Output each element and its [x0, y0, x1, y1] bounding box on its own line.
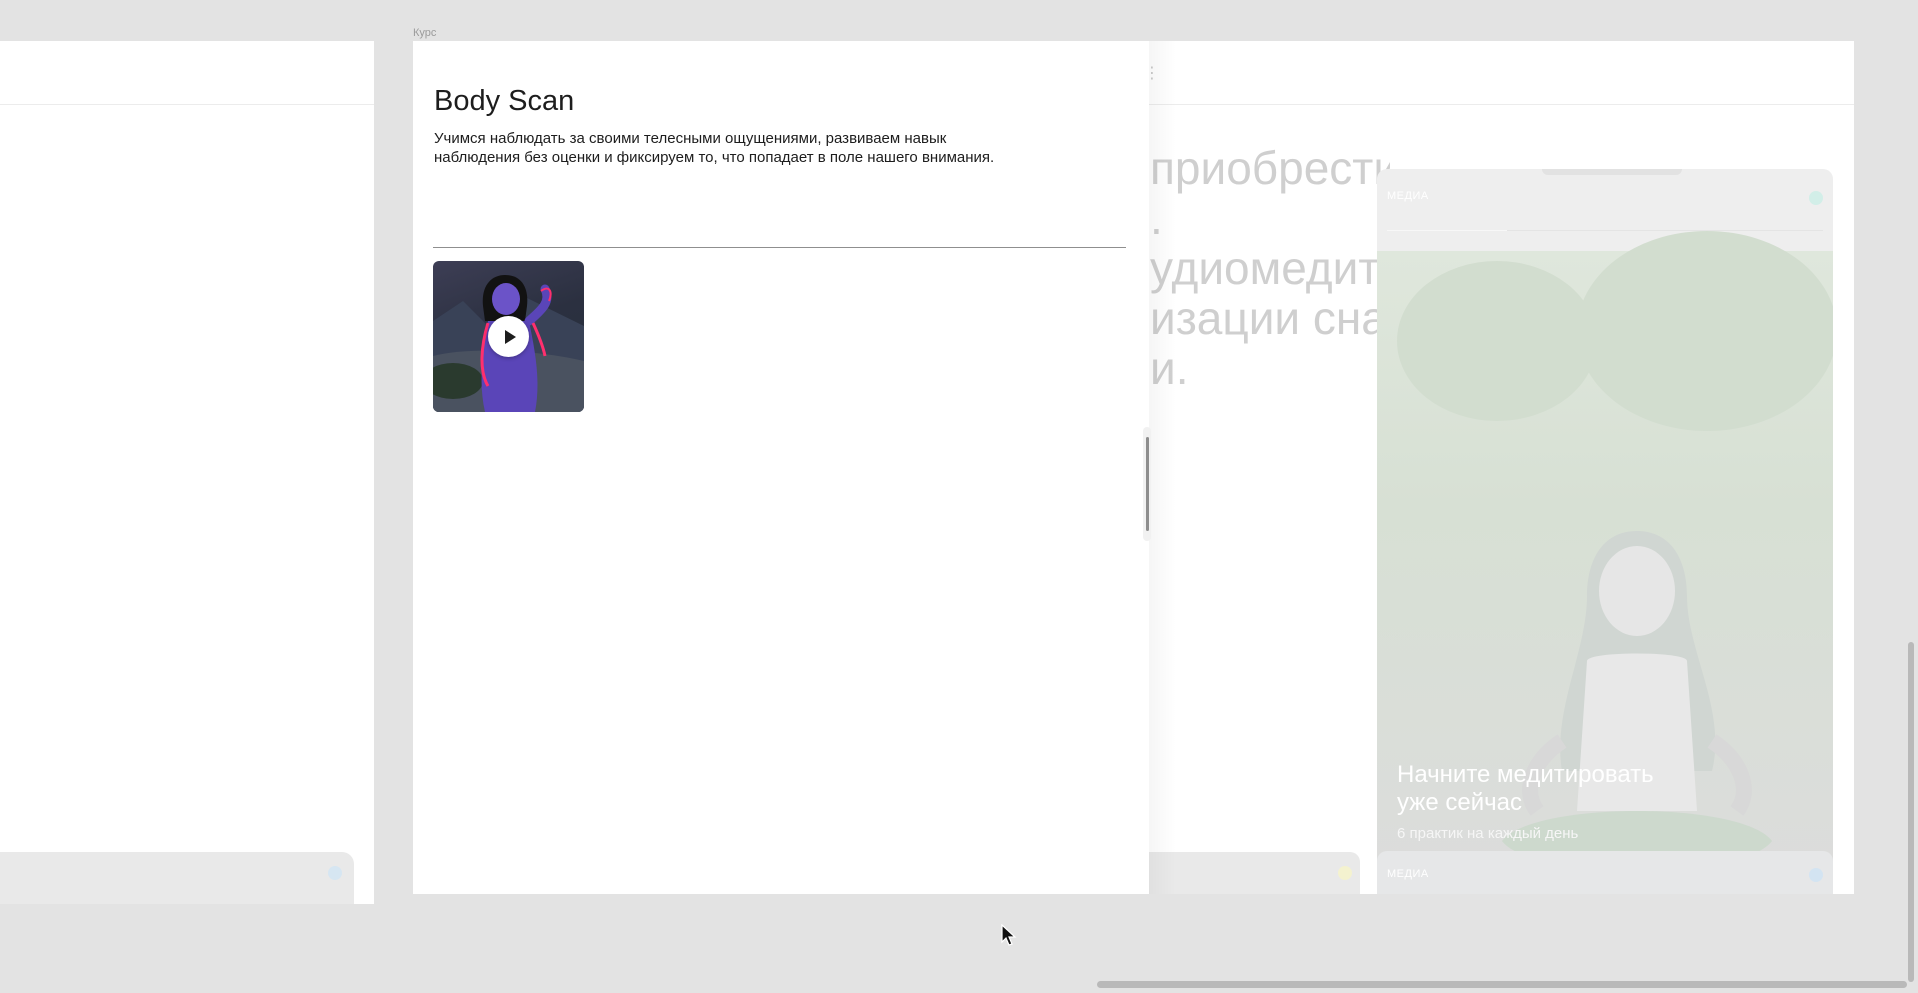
panel-caption: Курс — [413, 27, 437, 39]
course-panel: Body Scan Учимся наблюдать за своими тел… — [413, 41, 1149, 894]
media-card-progress — [1387, 230, 1823, 231]
status-dot — [1809, 868, 1823, 882]
background-card-mid[interactable] — [1148, 852, 1360, 894]
background-topbar-right: ⋮ — [1148, 41, 1854, 105]
background-text-line: . — [1150, 193, 1390, 243]
background-text-line: и. — [1150, 343, 1390, 393]
panel-scrollbar-thumb[interactable] — [1146, 437, 1149, 531]
tree-shape — [1397, 261, 1597, 421]
background-text-line: удиомедита — [1150, 242, 1390, 294]
play-icon — [505, 329, 516, 344]
background-text: приобрести . удиомедита изации сна, и. — [1150, 143, 1390, 393]
background-frame-left — [0, 41, 374, 904]
app-canvas: ⋮ приобрести . удиомедита изации сна, и.… — [0, 0, 1918, 993]
vertical-scrollbar[interactable] — [1908, 642, 1914, 982]
tree-shape — [1577, 231, 1833, 431]
panel-shadow — [1148, 41, 1176, 894]
background-text-line: приобрести — [1150, 143, 1390, 194]
play-button[interactable] — [488, 316, 529, 357]
background-topbar-left — [0, 41, 374, 105]
background-card-left[interactable] — [0, 852, 354, 904]
background-text-line: изации сна, — [1150, 292, 1390, 344]
status-dot — [1809, 191, 1823, 205]
video-thumbnail[interactable] — [433, 261, 584, 412]
panel-scrollbar[interactable] — [1143, 427, 1151, 541]
horizontal-scrollbar[interactable] — [1097, 981, 1907, 988]
media-card-headline: Начните медитировать уже сейчас — [1397, 761, 1654, 816]
media-card-secondary[interactable]: МЕДИА — [1377, 851, 1833, 894]
media-card-subline: 6 практик на каждый день — [1397, 825, 1579, 842]
status-dot — [1338, 866, 1352, 880]
course-title: Body Scan — [434, 85, 575, 117]
progress-segment — [1387, 230, 1507, 231]
media-card-label: МЕДИА — [1387, 868, 1429, 880]
card-notch — [1542, 169, 1682, 175]
media-card-label: МЕДИА — [1387, 190, 1429, 202]
media-card[interactable]: МЕДИА Начните медитировать уже сейчас 6 … — [1377, 169, 1833, 894]
divider — [433, 247, 1126, 248]
course-description: Учимся наблюдать за своими телесными ощу… — [434, 130, 995, 166]
background-frame-right: ⋮ приобрести . удиомедита изации сна, и.… — [1148, 41, 1854, 894]
cursor-arrow-icon — [1001, 924, 1017, 946]
status-dot — [328, 866, 342, 880]
